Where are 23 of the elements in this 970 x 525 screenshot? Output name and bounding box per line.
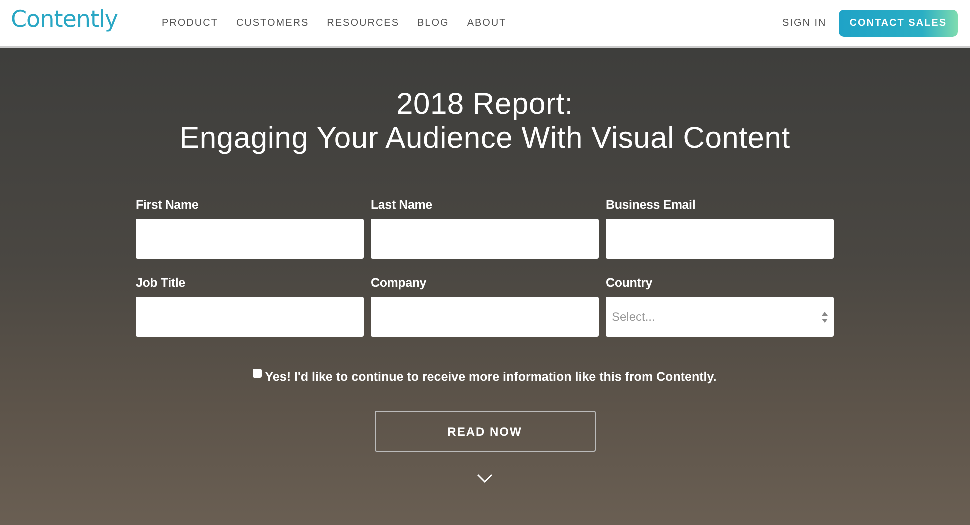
report-title: 2018 Report: Engaging Your Audience With Visual Content bbox=[180, 88, 790, 156]
input-field[interactable] bbox=[371, 219, 599, 259]
field-label: Business Email bbox=[606, 198, 697, 212]
nav-link[interactable]: PRODUCT bbox=[162, 18, 218, 28]
opt-in-checkbox[interactable] bbox=[253, 369, 262, 378]
sign-in-link[interactable]: SIGN IN bbox=[782, 18, 827, 28]
opt-in-label: Yes! I'd like to continue to receive more information like this from Contently. bbox=[265, 370, 717, 384]
nav-link[interactable]: BLOG bbox=[418, 18, 450, 28]
chevron-down-icon[interactable] bbox=[477, 474, 493, 483]
input-field[interactable] bbox=[606, 219, 834, 259]
sort-arrows-icon bbox=[822, 312, 828, 322]
nav-link[interactable]: ABOUT bbox=[467, 18, 507, 28]
nav-link[interactable]: CUSTOMERS bbox=[236, 18, 310, 28]
input-field[interactable] bbox=[136, 219, 364, 259]
field-label: Company bbox=[371, 276, 428, 290]
input-field[interactable] bbox=[371, 297, 599, 337]
field-label: First Name bbox=[136, 198, 200, 212]
field-label: Job Title bbox=[136, 276, 186, 290]
read-now-button[interactable]: READ NOW bbox=[374, 411, 596, 452]
input-field[interactable] bbox=[136, 297, 364, 337]
field-label: Last Name bbox=[371, 198, 434, 212]
field-label: Country bbox=[606, 276, 654, 290]
nav-link[interactable]: RESOURCES bbox=[327, 18, 400, 28]
